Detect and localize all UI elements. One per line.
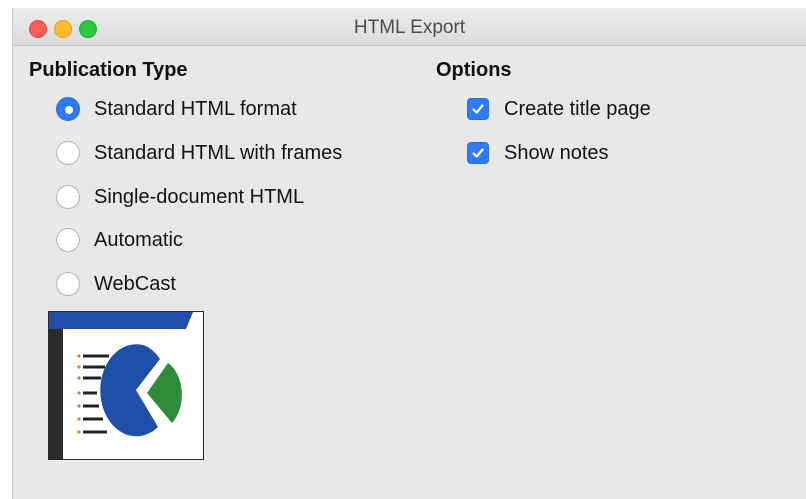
radio-standard-html-frames[interactable]: Standard HTML with frames <box>56 139 342 167</box>
radio-button[interactable] <box>56 228 80 252</box>
radio-button[interactable] <box>56 185 80 209</box>
radio-single-document-html[interactable]: Single-document HTML <box>56 183 304 211</box>
checkmark-icon <box>472 104 484 114</box>
checkbox-label: Show notes <box>504 141 609 164</box>
option-show-notes[interactable]: Show notes <box>467 139 609 167</box>
checkbox-checked[interactable] <box>467 98 489 120</box>
radio-automatic[interactable]: Automatic <box>56 226 183 254</box>
options-heading: Options <box>436 59 512 81</box>
radio-label: Single-document HTML <box>94 185 305 208</box>
checkbox-checked[interactable] <box>467 142 489 164</box>
title-bar: HTML Export <box>13 8 806 46</box>
radio-label: WebCast <box>94 272 176 295</box>
checkbox-label: Create title page <box>504 97 651 120</box>
preview-sidebar-bar <box>49 329 63 459</box>
window-title: HTML Export <box>353 17 466 38</box>
publication-type-heading: Publication Type <box>29 59 188 81</box>
radio-button[interactable] <box>56 272 80 296</box>
preview-header-banner <box>49 312 193 329</box>
radio-label: Standard HTML with frames <box>94 141 343 164</box>
radio-button-selected[interactable] <box>56 97 80 121</box>
html-export-dialog: HTML Export Publication Type Standard HT… <box>12 8 806 499</box>
radio-label: Automatic <box>94 228 183 251</box>
publication-type-preview-image <box>48 311 204 460</box>
option-create-title-page[interactable]: Create title page <box>467 95 651 123</box>
radio-standard-html[interactable]: Standard HTML format <box>56 95 297 123</box>
radio-webcast[interactable]: WebCast <box>56 270 176 298</box>
radio-button[interactable] <box>56 141 80 165</box>
checkmark-icon <box>472 148 484 158</box>
radio-label: Standard HTML format <box>94 97 297 120</box>
